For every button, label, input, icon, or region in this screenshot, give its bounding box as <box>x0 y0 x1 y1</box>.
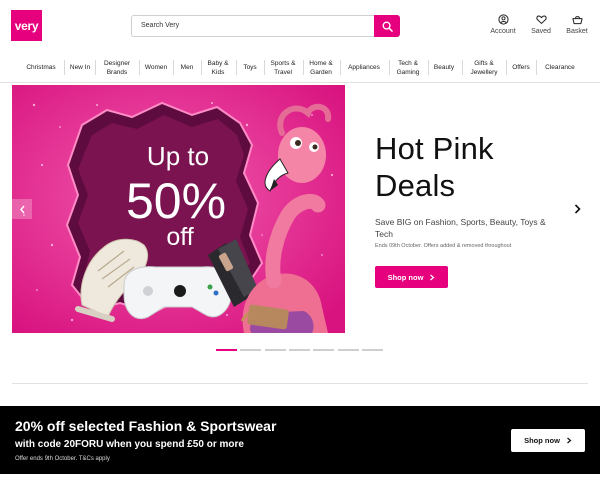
carousel-dot-5[interactable] <box>313 349 334 351</box>
nav-divider <box>428 60 429 75</box>
hero-title-line2: Deals <box>375 168 456 203</box>
carousel-dot-3[interactable] <box>265 349 286 351</box>
promo-subtitle: with code 20FORU when you spend £50 or m… <box>15 439 244 450</box>
nav-item-offers[interactable]: Offers <box>508 52 534 83</box>
nav-divider <box>264 60 265 75</box>
carousel-prev-button[interactable] <box>12 199 32 219</box>
search-input[interactable]: Search Very <box>131 15 374 37</box>
nav-item-gifts-jewellery[interactable]: Gifts & Jewellery <box>464 52 504 83</box>
promo-banner[interactable]: 20% off selected Fashion & Sportswear wi… <box>0 406 600 474</box>
nav-divider <box>139 60 140 75</box>
hero-title-line1: Hot Pink <box>375 131 494 166</box>
nav-divider <box>462 60 463 75</box>
nav-item-appliances[interactable]: Appliances <box>342 52 386 83</box>
nav-item-toys[interactable]: Toys <box>238 52 262 83</box>
section-divider <box>12 383 588 384</box>
nav-item-sports-travel[interactable]: Sports & Travel <box>266 52 300 83</box>
promo-shop-now-button[interactable]: Shop now <box>511 429 585 452</box>
hero-title: Hot Pink Deals <box>375 130 575 204</box>
very-logo[interactable]: very <box>11 10 42 41</box>
nav-item-designer-brands[interactable]: Designer Brands <box>98 52 136 83</box>
chevron-left-icon <box>19 205 25 213</box>
basket-link[interactable]: Basket <box>559 14 595 35</box>
nav-divider <box>506 60 507 75</box>
chevron-right-icon <box>567 437 572 444</box>
saved-label: Saved <box>531 28 551 35</box>
carousel-dot-4[interactable] <box>289 349 310 351</box>
hero-shop-now-label: Shop now <box>387 272 424 282</box>
search-bar: Search Very <box>131 15 400 37</box>
nav-item-clearance[interactable]: Clearance <box>538 52 582 83</box>
promo-title: 20% off selected Fashion & Sportswear <box>15 418 277 434</box>
hero-small-print: Ends 09th October. Offers added & remove… <box>375 243 512 249</box>
hero-image-text-upto: Up to <box>147 141 209 171</box>
nav-item-new-in[interactable]: New In <box>66 52 94 83</box>
hero-illustration: Up to 50% off <box>12 85 345 333</box>
basket-icon <box>571 16 583 25</box>
search-icon <box>382 21 393 32</box>
nav-item-christmas[interactable]: Christmas <box>20 52 62 83</box>
category-nav: Christmas New In Designer Brands Women M… <box>0 52 600 83</box>
nav-divider <box>95 60 96 75</box>
account-link[interactable]: Account <box>485 14 521 35</box>
promo-fine-print: Offer ends 9th October. T&Cs apply <box>15 456 110 462</box>
site-header: very Search Very Account Saved Basket <box>0 0 600 52</box>
carousel-dot-6[interactable] <box>338 349 359 351</box>
hero-shop-now-button[interactable]: Shop now <box>375 266 448 288</box>
nav-divider <box>340 60 341 75</box>
nav-item-beauty[interactable]: Beauty <box>430 52 458 83</box>
nav-divider <box>64 60 65 75</box>
account-icon <box>497 14 509 25</box>
chevron-right-icon <box>430 274 435 280</box>
nav-divider <box>236 60 237 75</box>
promo-shop-now-label: Shop now <box>524 436 560 445</box>
nav-divider <box>173 60 174 75</box>
account-label: Account <box>490 28 516 35</box>
chevron-right-icon <box>574 204 581 214</box>
nav-item-tech-gaming[interactable]: Tech & Gaming <box>391 52 425 83</box>
hero-banner-image[interactable]: Up to 50% off <box>12 85 345 333</box>
search-button[interactable] <box>374 15 400 37</box>
carousel-dot-2[interactable] <box>240 349 261 351</box>
nav-item-men[interactable]: Men <box>175 52 199 83</box>
nav-divider <box>201 60 202 75</box>
nav-divider <box>303 60 304 75</box>
nav-item-women[interactable]: Women <box>141 52 171 83</box>
hero-image-text-percent: 50% <box>126 173 226 229</box>
carousel-dot-7[interactable] <box>362 349 383 351</box>
basket-label: Basket <box>566 28 588 35</box>
hero-subtitle: Save BIG on Fashion, Sports, Beauty, Toy… <box>375 217 546 239</box>
nav-item-baby-kids[interactable]: Baby & Kids <box>203 52 233 83</box>
carousel-dot-1[interactable] <box>216 349 237 351</box>
hero-image-text-off: off <box>166 223 193 251</box>
heart-icon <box>535 15 547 24</box>
nav-divider <box>536 60 537 75</box>
nav-item-home-garden[interactable]: Home & Garden <box>305 52 337 83</box>
nav-divider <box>389 60 390 75</box>
saved-link[interactable]: Saved <box>523 14 559 35</box>
